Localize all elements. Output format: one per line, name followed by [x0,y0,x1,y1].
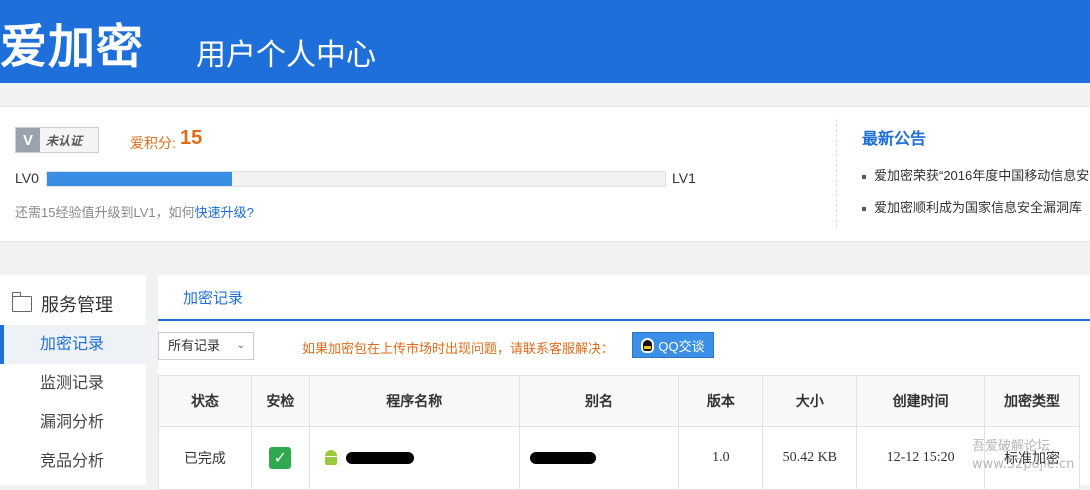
upgrade-tip-text: 还需15经验值升级到LV1，如何 [15,205,195,220]
header-subtitle: 用户个人中心 [196,38,376,73]
level-end-label: LV1 [672,170,696,186]
main-panel: 加密记录 所有记录 ⌄ 如果加密包在上传市场时出现问题，请联系客服解决： QQ交… [158,275,1090,490]
table-row[interactable]: 已完成 ✓ 1.0 50.42 KB 12-12 15:20 标准加密 [158,426,1080,490]
created-cell: 12-12 15:20 [856,426,986,490]
upgrade-tip: 还需15经验值升级到LV1，如何快速升级? [15,202,254,221]
bullet-icon [862,206,866,211]
watermark: 吾爱破解论坛 www.52pojie.cn [972,438,1074,474]
column-header-app-name[interactable]: 程序名称 [308,375,520,427]
redacted-alias [529,451,596,464]
sidebar: 服务管理 加密记录 监测记录 漏洞分析 竞品分析 [0,275,146,485]
tab-underline [158,319,1090,321]
records-table: 状态 安检 程序名称 别名 版本 大小 创建时间 加密类型 已完成 ✓ 1.0 … [158,375,1080,490]
level-panel: V 未认证 爱积分: 15 LV0 LV1 还需15经验值升级到LV1，如何快速… [0,106,1090,242]
watermark-line: www.52pojie.cn [972,457,1075,472]
notice-item[interactable]: 爱加密顺利成为国家信息安全漏洞库 [862,197,1082,216]
bullet-icon [862,174,866,179]
android-icon [324,449,338,466]
column-header-version[interactable]: 版本 [678,375,764,427]
sidebar-heading-label: 服务管理 [41,295,113,315]
folder-icon [11,292,32,312]
security-cell: ✓ [250,426,310,490]
column-header-encrypt-type[interactable]: 加密类型 [984,375,1080,427]
sidebar-item-encrypt-records[interactable]: 加密记录 [0,325,146,364]
qq-chat-label: QQ交谈 [658,338,705,354]
column-header-size[interactable]: 大小 [762,375,858,427]
column-header-security[interactable]: 安检 [250,375,310,427]
size-cell: 50.42 KB [762,426,858,490]
table-header-row: 状态 安检 程序名称 别名 版本 大小 创建时间 加密类型 [158,375,1080,427]
sidebar-heading: 服务管理 [11,291,113,317]
verify-icon: V [16,128,40,152]
watermark-line: 吾爱破解论坛 [972,439,1051,454]
check-icon[interactable]: ✓ [269,447,292,469]
sidebar-item-vulnerability-analysis[interactable]: 漏洞分析 [0,403,146,442]
level-progress-fill [47,172,233,186]
sidebar-item-competitor-analysis[interactable]: 竞品分析 [0,442,146,481]
tab-encrypt-records[interactable]: 加密记录 [183,287,243,308]
notice-item-text: 爱加密顺利成为国家信息安全漏洞库 [874,200,1083,215]
notice-item-text: 爱加密荣获“2016年度中国移动信息安 [874,168,1090,183]
score-value: 15 [180,127,203,149]
score-label: 爱积分: [130,135,176,151]
level-progress-bar [46,171,666,187]
notice-item[interactable]: 爱加密荣获“2016年度中国移动信息安 [862,165,1089,184]
logo[interactable]: 爱加密 [0,8,144,77]
app-name-cell [308,426,520,490]
panel-divider [836,119,837,227]
level-start-label: LV0 [15,170,39,186]
status-cell: 已完成 [158,426,252,490]
support-notice: 如果加密包在上传市场时出现问题，请联系客服解决： [302,341,615,356]
qq-chat-button[interactable]: QQ交谈 [632,332,714,358]
redacted-app-name [345,451,414,464]
column-header-created[interactable]: 创建时间 [856,375,986,427]
column-header-status[interactable]: 状态 [158,375,252,427]
column-header-alias[interactable]: 别名 [518,375,680,427]
notice-title: 最新公告 [862,131,927,148]
record-filter-select[interactable]: 所有记录 ⌄ [158,332,254,360]
version-cell: 1.0 [678,426,764,490]
quick-upgrade-link[interactable]: 快速升级? [195,205,254,220]
verification-status: 未认证 [46,133,83,148]
verification-badge[interactable]: V 未认证 [15,127,99,153]
record-filter-value: 所有记录 [168,338,221,353]
chevron-down-icon: ⌄ [236,340,245,351]
qq-penguin-icon [641,337,655,353]
alias-cell [518,426,680,490]
header-bar: 爱加密 用户个人中心 [0,0,1090,83]
sidebar-item-monitor-records[interactable]: 监测记录 [0,364,146,403]
